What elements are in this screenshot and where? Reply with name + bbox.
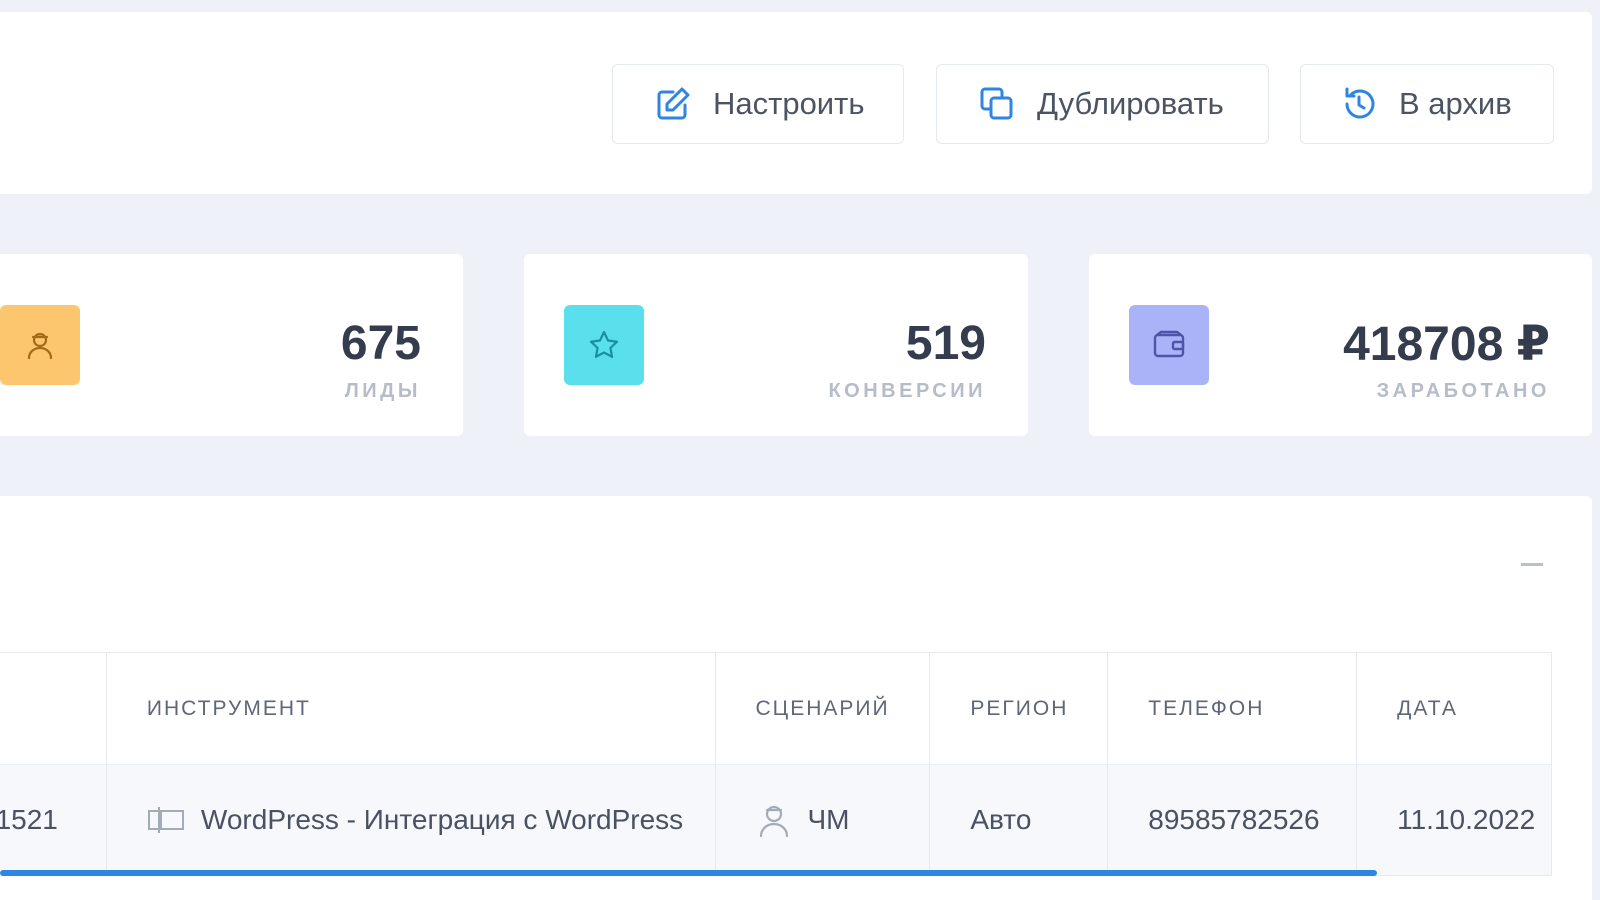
stat-card-earned: 418708 ₽ ЗАРАБОТАНО [1089,254,1592,436]
cell-tool: WordPress - Интеграция с WordPress [107,765,716,875]
conversions-value: 519 [905,317,986,370]
user-icon [0,305,80,385]
toolbar-card: Настроить Дублировать В архив [0,12,1592,194]
leads-label: ЛИДЫ [344,380,421,402]
header-tool[interactable]: ИНСТРУМЕНТ [107,653,716,764]
wallet-icon [1129,305,1209,385]
horizontal-scrollbar[interactable] [0,870,1377,876]
cell-id: 31521 [0,765,107,875]
duplicate-label: Дублировать [1037,86,1224,121]
archive-label: В архив [1399,86,1512,121]
header-date[interactable]: ДАТА [1357,653,1551,764]
star-icon [564,305,644,385]
edit-icon [653,84,693,124]
user-outline-icon [756,801,792,839]
copy-icon [977,84,1017,124]
cell-phone: 89585782526 [1108,765,1358,875]
integration-icon [147,803,185,837]
cell-date: 11.10.2022 [1397,804,1536,835]
table-header-row: D ИНСТРУМЕНТ СЦЕНАРИЙ РЕГИОН ТЕЛЕФОН ДАТ… [0,653,1551,765]
header-phone[interactable]: ТЕЛЕФОН [1108,653,1358,764]
cell-scenario: ЧМ [716,765,931,875]
header-scenario[interactable]: СЦЕНАРИЙ [716,653,931,764]
earned-value: 418708 ₽ [1343,318,1550,371]
history-icon [1339,84,1379,124]
table-row[interactable]: 31521 WordPress - Интеграция с WordPress [0,765,1551,875]
leads-table: D ИНСТРУМЕНТ СЦЕНАРИЙ РЕГИОН ТЕЛЕФОН ДАТ… [0,652,1552,876]
leads-table-card: D ИНСТРУМЕНТ СЦЕНАРИЙ РЕГИОН ТЕЛЕФОН ДАТ… [0,496,1592,900]
earned-label: ЗАРАБОТАНО [1376,380,1550,402]
duplicate-button[interactable]: Дублировать [936,64,1269,144]
stat-card-conversions: 519 КОНВЕРСИИ [524,254,1028,436]
tool-name: WordPress - Интеграция с WordPress [200,804,684,835]
header-region[interactable]: РЕГИОН [930,653,1109,764]
scenario-value: ЧМ [807,804,850,835]
leads-value: 675 [340,317,421,370]
configure-label: Настроить [713,86,865,121]
stat-card-leads: 675 ЛИДЫ [0,254,463,436]
conversions-label: КОНВЕРСИИ [828,380,986,402]
configure-button[interactable]: Настроить [612,64,904,144]
archive-button[interactable]: В архив [1300,64,1554,144]
header-id[interactable]: D [0,653,107,764]
cell-region: Авто [930,765,1109,875]
collapse-icon[interactable] [1521,563,1543,566]
